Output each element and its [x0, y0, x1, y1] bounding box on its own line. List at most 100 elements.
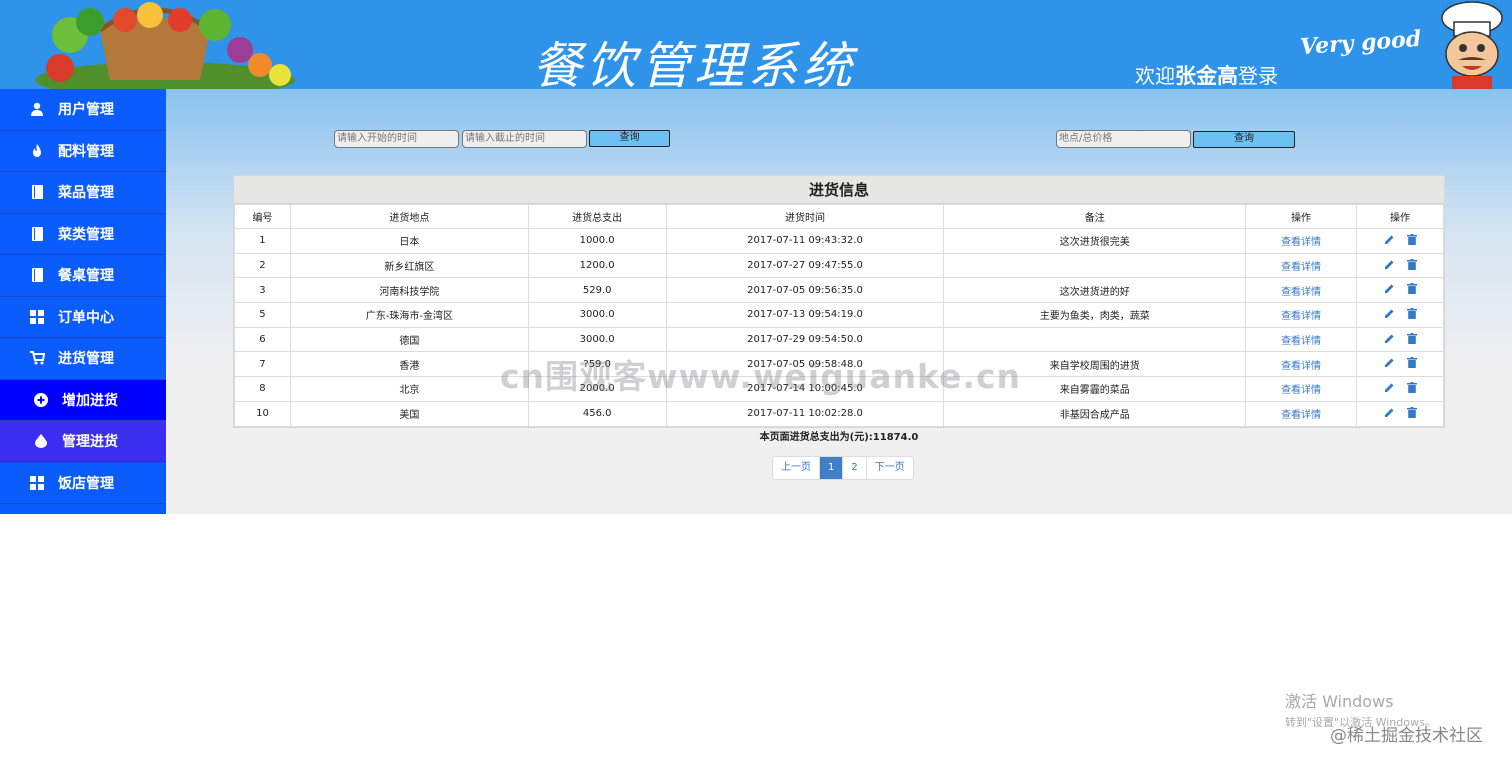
trash-icon[interactable]	[1406, 233, 1417, 248]
sidebar-item-orders[interactable]: 订单中心	[0, 297, 166, 338]
cell-place: 河南科技学院	[289, 277, 529, 304]
cell-detail: 查看详情	[1245, 228, 1358, 254]
cell-actions	[1356, 252, 1444, 279]
view-details-link[interactable]: 查看详情	[1281, 237, 1321, 248]
table-row: 3 河南科技学院 529.0 2017-07-05 09:56:35.0 这次进货进的好…	[234, 277, 1444, 304]
sidebar-item-tables[interactable]: 餐桌管理	[0, 255, 166, 297]
cell-total: 529.0	[527, 277, 667, 304]
username: 张金高	[1175, 64, 1238, 88]
sidebar-item-users[interactable]: 用户管理	[0, 89, 166, 131]
view-details-link[interactable]: 查看详情	[1281, 262, 1321, 273]
sidebar-item-label: 管理进货	[62, 434, 118, 451]
view-details-link[interactable]: 查看详情	[1281, 336, 1321, 347]
prev-page-button[interactable]: 上一页	[773, 457, 820, 479]
page-1-button[interactable]: 1	[820, 457, 844, 479]
grid-icon	[26, 475, 48, 490]
cell-actions	[1356, 326, 1444, 353]
edit-icon[interactable]	[1384, 357, 1395, 371]
edit-icon[interactable]	[1384, 259, 1395, 273]
book-icon	[26, 226, 48, 241]
place-price-input[interactable]: 地点/总价格	[1056, 130, 1191, 148]
query-button-2[interactable]: 查询	[1193, 131, 1295, 148]
edit-icon[interactable]	[1384, 333, 1395, 347]
sidebar-item-dishes[interactable]: 菜品管理	[0, 172, 166, 214]
cell-actions	[1356, 376, 1444, 402]
sidebar-item-label: 餐桌管理	[58, 268, 114, 285]
cell-id: 2	[234, 252, 291, 279]
cell-note: 非基因合成产品	[943, 400, 1247, 427]
table-row: 6 德国 3000.0 2017-07-29 09:54:50.0 查看详情	[234, 326, 1444, 353]
sidebar-item-purchases[interactable]: 进货管理	[0, 338, 166, 380]
trash-icon[interactable]	[1406, 283, 1417, 297]
query-button[interactable]: 查询	[589, 130, 670, 147]
end-time-input[interactable]: 请输入截止的时间	[462, 130, 587, 148]
sidebar-item-label: 菜品管理	[58, 185, 114, 202]
table-row: 10 美国 456.0 2017-07-11 10:02:28.0 非基因合成产品 查看详…	[234, 400, 1444, 427]
cell-total: 3000.0	[527, 302, 667, 328]
cell-id: 8	[234, 376, 291, 402]
column-header: 操作	[1356, 204, 1444, 229]
vegetable-basket-logo	[35, 2, 295, 89]
cell-total: 456.0	[527, 400, 667, 427]
trash-icon[interactable]	[1406, 406, 1417, 421]
cell-time: 2017-07-13 09:54:19.0	[665, 302, 945, 328]
app-root: 餐饮管理系统 Very good 欢迎张金高登录 用户管理 配料管理 菜品管理	[0, 0, 1512, 763]
cell-detail: 查看详情	[1245, 351, 1358, 378]
cell-place: 广东-珠海市-金湾区	[289, 302, 529, 328]
table-row: 2 新乡红旗区 1200.0 2017-07-27 09:47:55.0 查看详情	[234, 252, 1444, 279]
main-content: 请输入开始的时间 请输入截止的时间 查询 地点/总价格 查询 进货信息 编号 进…	[166, 89, 1512, 514]
table-row: 1 日本 1000.0 2017-07-11 09:43:32.0 这次进货很完美 查看详…	[234, 228, 1444, 254]
cell-time: 2017-07-27 09:47:55.0	[665, 252, 945, 279]
view-details-link[interactable]: 查看详情	[1281, 410, 1321, 421]
cell-id: 1	[234, 228, 291, 254]
view-details-link[interactable]: 查看详情	[1281, 287, 1321, 298]
sidebar-item-ingredients[interactable]: 配料管理	[0, 131, 166, 172]
edit-icon[interactable]	[1384, 407, 1395, 421]
sidebar-item-manage-purchase[interactable]: 管理进货	[0, 421, 166, 463]
trash-icon[interactable]	[1406, 307, 1417, 322]
next-page-button[interactable]: 下一页	[867, 457, 913, 479]
table-row: 7 香港 ?59.0 2017-07-05 09:58:48.0 来自学校周围的进货 查看…	[234, 351, 1444, 378]
cell-place: 新乡红旗区	[289, 252, 529, 279]
cell-detail: 查看详情	[1245, 376, 1358, 402]
app-title: 餐饮管理系统	[532, 37, 856, 89]
trash-icon[interactable]	[1406, 381, 1417, 396]
view-details-link[interactable]: 查看详情	[1281, 311, 1321, 322]
trash-icon[interactable]	[1406, 357, 1417, 371]
cell-actions	[1356, 228, 1444, 254]
sidebar-item-label: 配料管理	[58, 143, 114, 160]
edit-icon[interactable]	[1384, 382, 1395, 396]
book-icon	[26, 268, 48, 283]
sidebar-item-restaurant[interactable]: 饭店管理	[0, 463, 166, 504]
edit-icon[interactable]	[1384, 283, 1395, 297]
sidebar-item-add-purchase[interactable]: 增加进货	[0, 379, 166, 421]
view-details-link[interactable]: 查看详情	[1281, 361, 1321, 372]
column-header: 编号	[234, 204, 291, 229]
cell-id: 6	[234, 326, 291, 353]
view-details-link[interactable]: 查看详情	[1281, 385, 1321, 396]
cell-note	[943, 326, 1247, 353]
cell-time: 2017-07-11 09:43:32.0	[665, 228, 945, 254]
trash-icon[interactable]	[1406, 258, 1417, 273]
cell-place: 日本	[289, 228, 529, 254]
drop-icon	[30, 434, 52, 449]
edit-icon[interactable]	[1384, 234, 1395, 248]
purchase-table: 编号 进货地点 进货总支出 进货时间 备注 操作 操作 1 日本 1000.0 201…	[234, 204, 1444, 427]
table-row: 5 广东-珠海市-金湾区 3000.0 2017-07-13 09:54:19.0 主要…	[234, 302, 1444, 328]
sidebar-item-label: 饭店管理	[58, 475, 114, 492]
cell-id: 5	[234, 302, 291, 328]
sidebar-item-label: 增加进货	[62, 392, 118, 409]
start-time-input[interactable]: 请输入开始的时间	[334, 130, 459, 148]
page-2-button[interactable]: 2	[843, 457, 867, 479]
cell-time: 2017-07-05 09:56:35.0	[665, 277, 945, 304]
trash-icon[interactable]	[1406, 332, 1417, 347]
cell-detail: 查看详情	[1245, 302, 1358, 328]
column-header: 进货时间	[665, 204, 945, 229]
cell-place: 德国	[289, 326, 529, 353]
slogan: Very good	[1299, 25, 1422, 61]
cell-total: 1200.0	[527, 252, 667, 279]
edit-icon[interactable]	[1384, 308, 1395, 322]
sidebar: 用户管理 配料管理 菜品管理 菜类管理 餐桌管理 订单中心 进货管理 增加进货	[0, 89, 166, 514]
sidebar-item-categories[interactable]: 菜类管理	[0, 214, 166, 255]
column-header: 进货总支出	[527, 204, 667, 229]
